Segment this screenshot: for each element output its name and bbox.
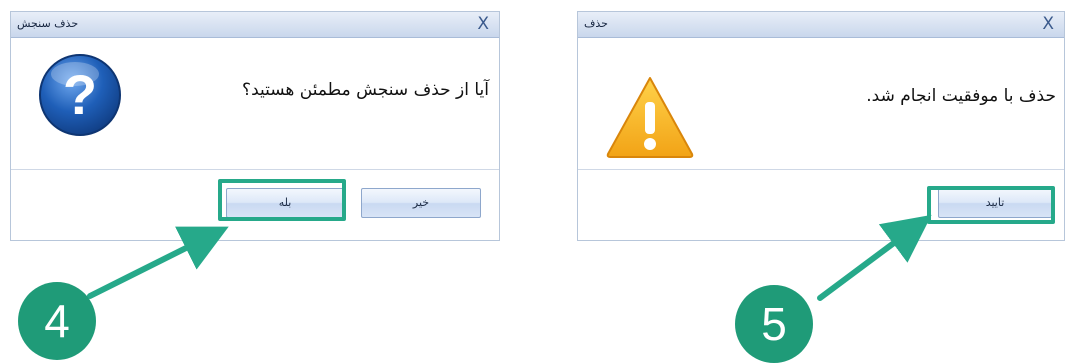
- arrow-to-yes-button: [87, 226, 229, 299]
- step-4-callout: 4: [18, 282, 96, 360]
- arrow-to-ok-button: [817, 214, 932, 301]
- step-5-callout: 5: [735, 285, 813, 363]
- arrows-overlay: [87, 214, 932, 301]
